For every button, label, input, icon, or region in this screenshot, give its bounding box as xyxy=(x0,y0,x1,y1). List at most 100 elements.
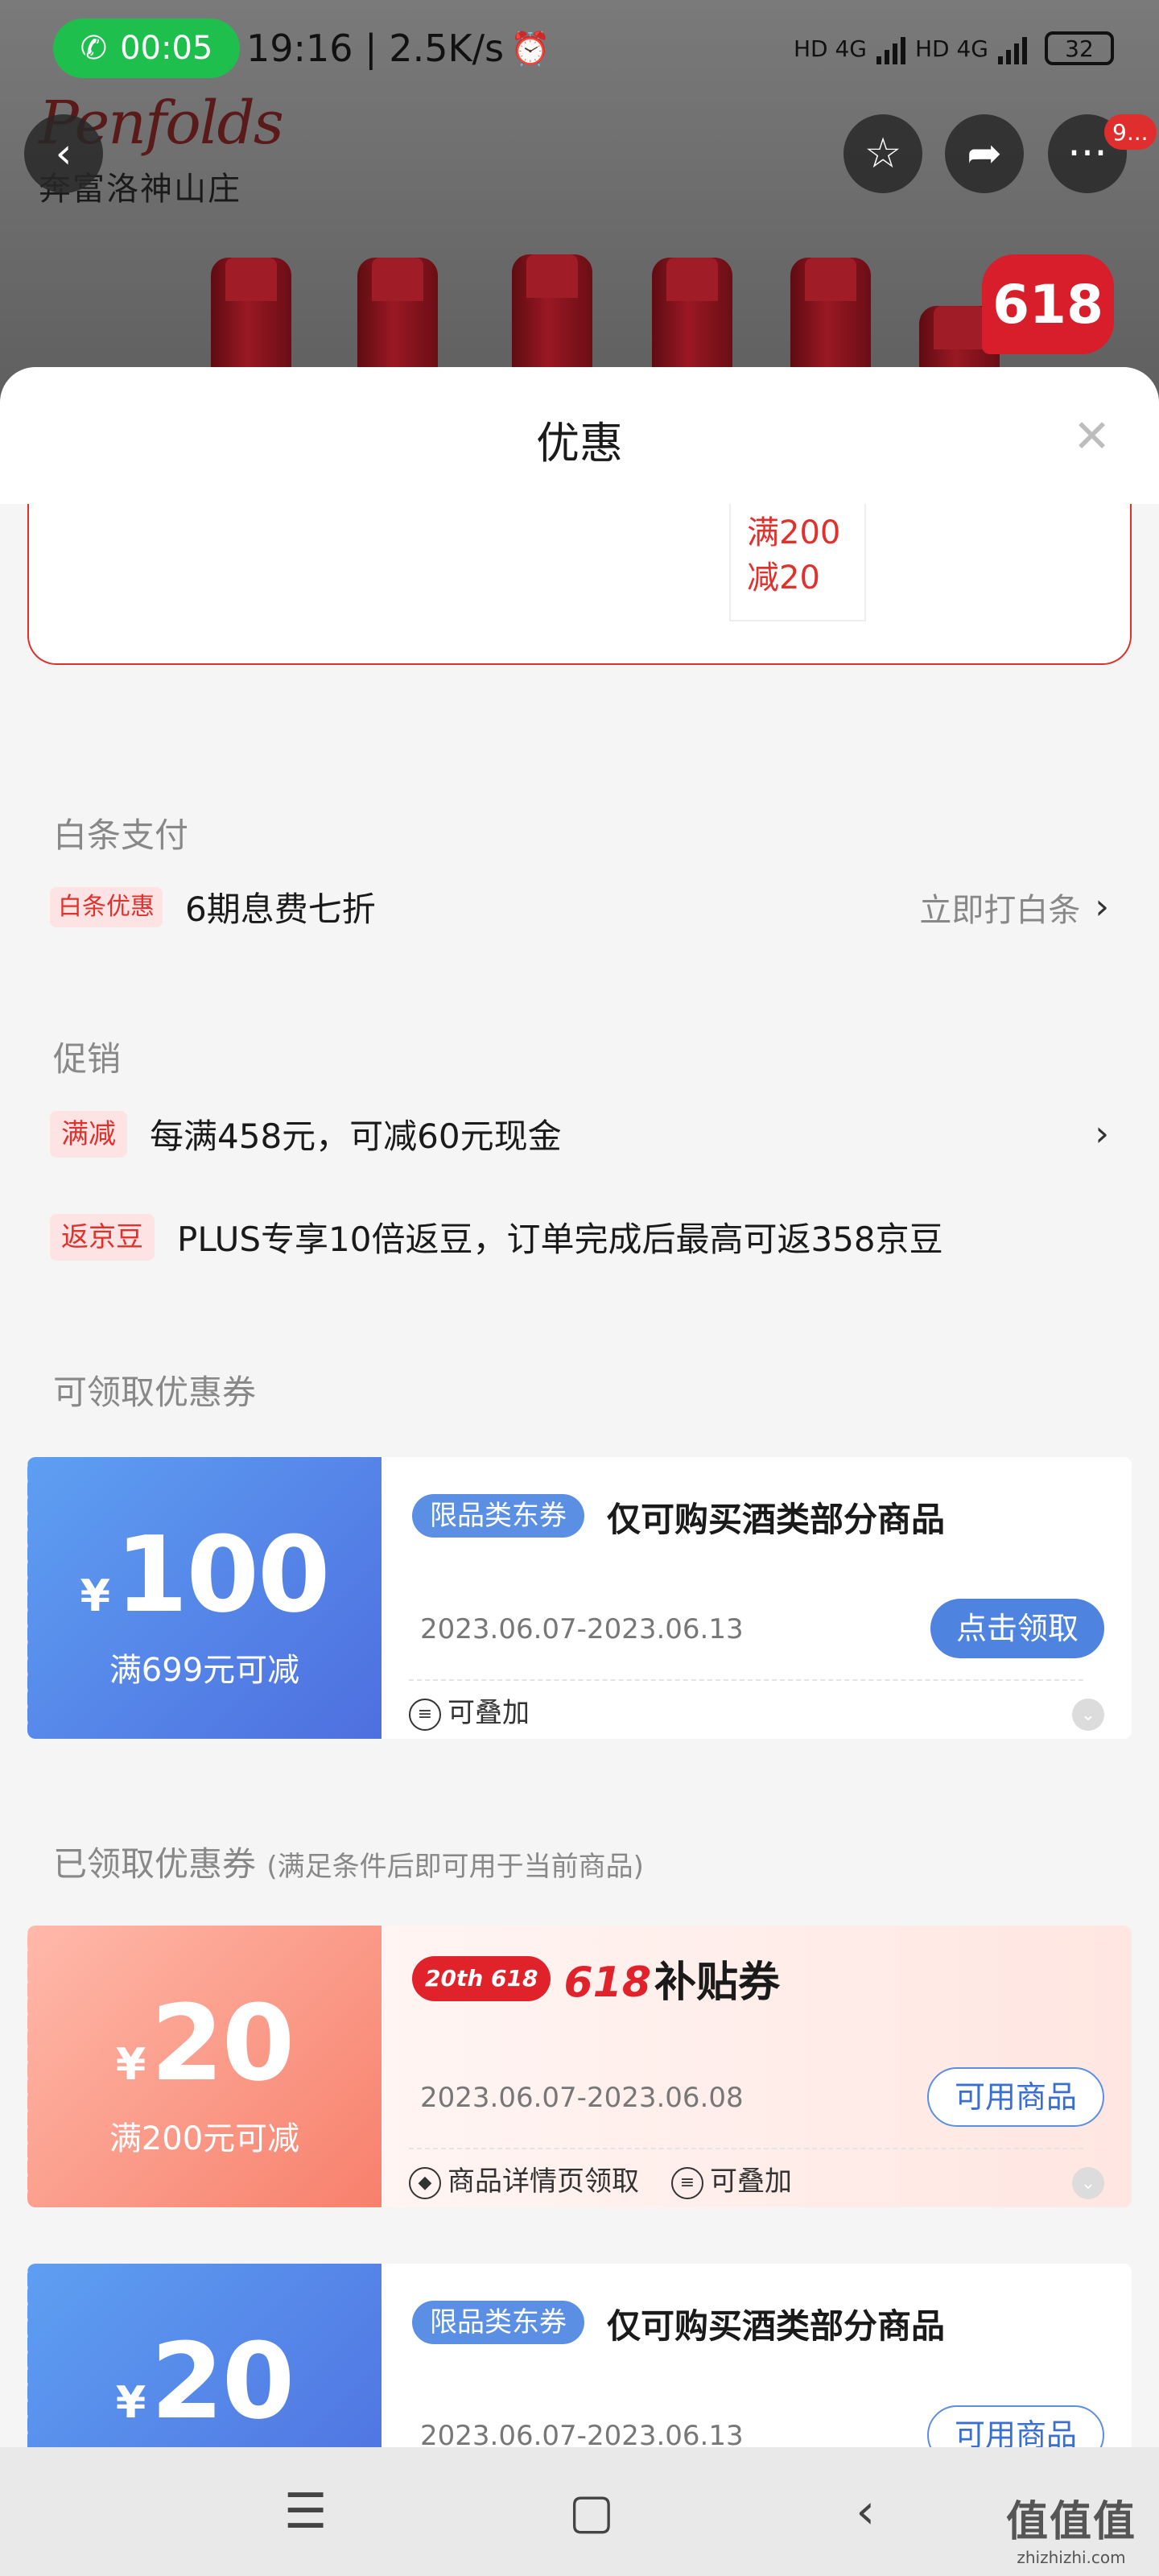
claimed-coupon-card: ¥ 20 限品类东券 仅可购买酒类部分商品 2023.06.07-2023.06… xyxy=(27,2264,1132,2447)
promotion-section-title: 促销 xyxy=(53,1039,122,1079)
coupon-card-partial: 满200 减20 xyxy=(27,504,1132,665)
stackable-feature: ≡ 可叠加 xyxy=(671,2159,792,2199)
mini-coupon-line2: 减20 xyxy=(747,559,820,597)
coupon-date: 2023.06.07-2023.06.08 xyxy=(420,2082,744,2114)
coupon-date: 2023.06.07-2023.06.13 xyxy=(420,1613,744,1645)
claimed-coupons-title: 已领取优惠券 (满足条件后即可用于当前商品) xyxy=(53,1837,644,1886)
promo-pill: 20th 618 xyxy=(412,1955,551,2001)
baitiao-text: 6期息费七折 xyxy=(185,890,376,929)
network-label-2: HD 4G xyxy=(914,35,988,62)
ticket-icon: ◆ xyxy=(409,2166,441,2199)
status-indicators: HD 4G HD 4G 32 xyxy=(794,31,1114,65)
watermark-url: zhizhizhi.com xyxy=(1017,2548,1126,2567)
category-tag: 限品类东券 xyxy=(412,1494,584,1538)
coupon-amount: ¥ 20 xyxy=(27,2320,382,2442)
divider xyxy=(409,1679,1083,1681)
sheet-header: 优惠 ✕ xyxy=(0,367,1159,504)
chevron-down-icon[interactable]: ⌄ xyxy=(1072,1699,1104,1731)
call-timer: 00:05 xyxy=(120,30,213,67)
signal-icon xyxy=(876,32,905,64)
promo-red: 618 xyxy=(563,1959,652,2007)
share-button[interactable]: ➦ xyxy=(945,114,1024,193)
category-text: 仅可购买酒类部分商品 xyxy=(607,2306,946,2346)
coupon-amount-panel: ¥ 20 满200元可减 xyxy=(27,1926,382,2207)
chevron-right-icon: › xyxy=(1095,886,1109,927)
promo-text: 618补贴券 xyxy=(563,1948,780,2008)
category-tag: 限品类东券 xyxy=(412,2301,584,2344)
detail-page-feature: ◆ 商品详情页领取 xyxy=(409,2159,639,2199)
share-icon: ➦ xyxy=(967,130,1002,178)
promotion-text: PLUS专享10倍返豆，订单完成后最高可返358京豆 xyxy=(177,1220,943,1259)
coupon-detail-panel: 限品类东券 仅可购买酒类部分商品 2023.06.07-2023.06.13 可… xyxy=(382,2264,1132,2447)
message-count-badge: 9... xyxy=(1104,114,1157,150)
more-icon: ··· xyxy=(1067,130,1107,178)
back-nav-icon[interactable]: ‹ xyxy=(856,2483,875,2540)
coupon-condition: 满699元可减 xyxy=(109,1652,300,1689)
coupon-amount-panel: ¥ 100 满699元可减 xyxy=(27,1457,382,1739)
usable-products-button[interactable]: 可用商品 xyxy=(926,2067,1104,2127)
coupon-value: 20 xyxy=(151,1982,295,2104)
discount-sheet: 优惠 ✕ 满200 减20 白条支付 白条优惠 6期息费七折 立即打白条 › 促… xyxy=(0,367,1159,2447)
network-label-1: HD 4G xyxy=(793,35,867,62)
coupon-amount: ¥ 100 xyxy=(27,1513,382,1636)
phone-icon: ✆ xyxy=(80,30,108,67)
chevron-down-icon[interactable]: ⌄ xyxy=(1072,2167,1104,2199)
battery-icon: 32 xyxy=(1045,31,1114,65)
promotion-row: 返京豆 PLUS专享10倍返豆，订单完成后最高可返358京豆 xyxy=(50,1212,1109,1261)
subsidy-coupon-title: 20th 618 618补贴券 xyxy=(412,1948,780,2008)
baitiao-row[interactable]: 白条优惠 6期息费七折 立即打白条 › xyxy=(50,882,1109,931)
baitiao-action-label: 立即打白条 xyxy=(919,891,1081,929)
status-bar: ✆ 00:05 19:16 | 2.5K/s ⏰ HD 4G HD 4G 32 xyxy=(0,0,1159,97)
close-icon[interactable]: ✕ xyxy=(1073,411,1111,463)
signal-icon xyxy=(998,32,1027,64)
coupon-value: 100 xyxy=(115,1513,330,1636)
coupon-detail-panel: 限品类东券 仅可购买酒类部分商品 2023.06.07-2023.06.13 点… xyxy=(382,1457,1132,1739)
home-icon[interactable]: ▢ xyxy=(569,2483,615,2540)
coupon-date: 2023.06.07-2023.06.13 xyxy=(420,2420,744,2447)
back-button[interactable]: ‹ xyxy=(24,114,103,193)
menu-icon[interactable]: ☰ xyxy=(284,2483,328,2540)
back-icon: ‹ xyxy=(55,130,72,178)
promotion-more[interactable]: › xyxy=(1095,1113,1109,1154)
system-nav-bar: ☰ ▢ ‹ xyxy=(0,2447,1159,2576)
618-badge: 618 xyxy=(982,254,1114,354)
mini-coupon[interactable]: 满200 减20 xyxy=(729,504,866,621)
baitiao-action[interactable]: 立即打白条 › xyxy=(919,884,1109,931)
ongoing-call-pill[interactable]: ✆ 00:05 xyxy=(53,19,240,78)
stack-icon: ≡ xyxy=(409,1698,441,1731)
stackable-label: 可叠加 xyxy=(710,2165,792,2198)
claim-coupon-button[interactable]: 点击领取 xyxy=(930,1599,1104,1658)
coupon-detail-panel: 20th 618 618补贴券 2023.06.07-2023.06.08 可用… xyxy=(382,1926,1132,2207)
watermark: 值值值 zhizhizhi.com xyxy=(1006,2487,1136,2567)
claimed-coupons-label: 已领取优惠券 xyxy=(53,1844,257,1884)
yen-sign: ¥ xyxy=(115,2377,146,2428)
stackable-label: 可叠加 xyxy=(448,1697,530,1729)
usable-products-button[interactable]: 可用商品 xyxy=(926,2405,1104,2447)
mini-coupon-line1: 满200 xyxy=(747,514,841,551)
baitiao-tag: 白条优惠 xyxy=(50,886,163,927)
sheet-title: 优惠 xyxy=(536,418,623,469)
promotion-text: 每满458元，可减60元现金 xyxy=(150,1117,562,1156)
baitiao-section-title: 白条支付 xyxy=(53,815,189,855)
stack-icon: ≡ xyxy=(671,2166,703,2199)
coupon-value: 20 xyxy=(151,2320,295,2442)
favorite-button[interactable]: ☆ xyxy=(843,114,922,193)
coupon-features: ◆ 商品详情页领取 ≡ 可叠加 xyxy=(409,2159,792,2199)
available-coupons-title: 可领取优惠券 xyxy=(53,1373,257,1412)
claimed-coupon-card: ¥ 20 满200元可减 20th 618 618补贴券 2023.06.07-… xyxy=(27,1926,1132,2207)
watermark-logo: 值值值 xyxy=(1005,2498,1136,2546)
star-icon: ☆ xyxy=(864,130,902,178)
detail-page-label: 商品详情页领取 xyxy=(448,2165,639,2198)
promo-label: 补贴券 xyxy=(654,1959,781,2007)
stackable-feature: ≡ 可叠加 xyxy=(409,1690,530,1731)
promotion-tag: 返京豆 xyxy=(50,1213,155,1261)
coupon-amount: ¥ 20 xyxy=(27,1982,382,2104)
coupon-amount-panel: ¥ 20 xyxy=(27,2264,382,2447)
alarm-icon: ⏰ xyxy=(510,30,551,68)
promotion-row[interactable]: 满减 每满458元，可减60元现金 › xyxy=(50,1109,1109,1158)
divider xyxy=(409,2148,1083,2149)
claimed-coupons-note: (满足条件后即可用于当前商品) xyxy=(266,1851,644,1883)
chevron-right-icon: › xyxy=(1095,1113,1109,1154)
yen-sign: ¥ xyxy=(80,1571,111,1621)
clock-and-speed: 19:16 | 2.5K/s xyxy=(246,27,505,70)
